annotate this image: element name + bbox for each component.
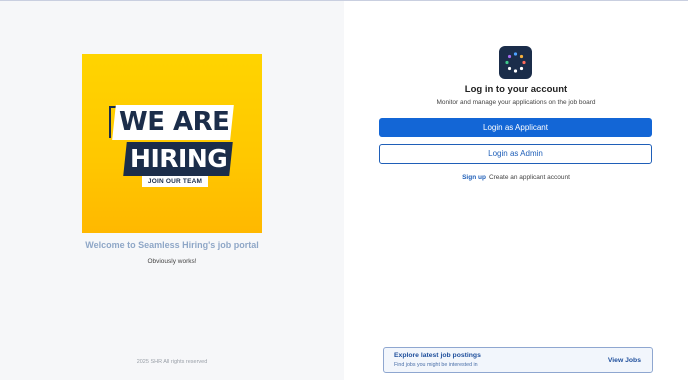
banner-line2: HIRING xyxy=(130,144,228,173)
banner-we-are-box: WE ARE xyxy=(112,105,234,140)
right-panel: Log in to your account Monitor and manag… xyxy=(344,1,688,380)
signup-link[interactable]: Sign up xyxy=(462,174,486,181)
dotted-circle-logo-icon xyxy=(499,46,532,79)
jobs-card-title: Explore latest job postings xyxy=(394,352,481,359)
left-panel: WE ARE HIRING JOIN OUR TEAM Welcome to S… xyxy=(0,1,344,380)
signup-description: Create an applicant account xyxy=(488,174,570,181)
login-applicant-button[interactable]: Login as Applicant xyxy=(379,118,652,137)
login-admin-button[interactable]: Login as Admin xyxy=(379,144,652,164)
hiring-banner-image: WE ARE HIRING JOIN OUR TEAM xyxy=(82,54,262,233)
jobs-card-subtitle: Find jobs you might be interested in xyxy=(394,362,478,368)
login-title: Log in to your account xyxy=(464,84,568,95)
view-jobs-link[interactable]: View Jobs xyxy=(608,357,641,364)
signup-row: Sign up Create an applicant account xyxy=(344,174,688,181)
tagline: Obviously works! xyxy=(147,258,197,265)
welcome-heading: Welcome to Seamless Hiring's job portal xyxy=(85,240,259,250)
copyright-text: 2025 SHR All rights reserved xyxy=(136,359,208,365)
banner-line3: JOIN OUR TEAM xyxy=(147,178,203,185)
banner-join-box: JOIN OUR TEAM xyxy=(142,176,208,187)
explore-jobs-card[interactable]: Explore latest job postings Find jobs yo… xyxy=(383,347,653,373)
login-subtitle: Monitor and manage your applications on … xyxy=(436,99,596,106)
banner-hiring-box: HIRING xyxy=(123,142,233,176)
banner-line1: WE ARE xyxy=(119,107,230,137)
